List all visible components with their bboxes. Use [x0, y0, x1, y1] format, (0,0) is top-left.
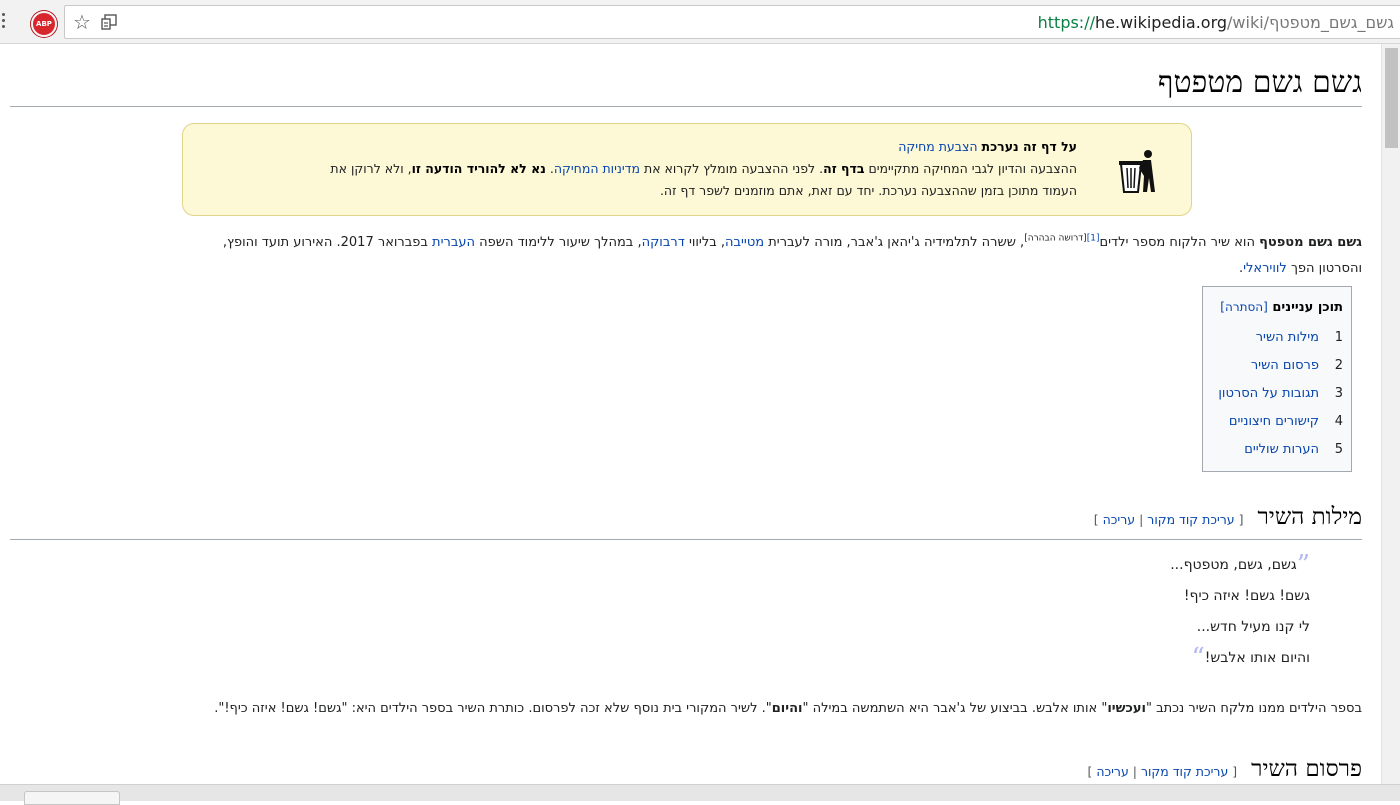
- notice-vote-link[interactable]: הצבעת מחיקה: [898, 139, 977, 154]
- deletion-notice-text: על דף זה נערכת הצבעת מחיקה ההצבעה והדיון…: [197, 136, 1077, 202]
- intro-t2: , ששרה לתלמידיה ג'יהאן ג'אבר, מורה לעברי…: [764, 235, 1025, 250]
- section-title-lyrics: מילות השיר: [1257, 504, 1363, 530]
- toc-item-number: 1: [1334, 330, 1343, 345]
- scrollbar[interactable]: [1381, 44, 1400, 784]
- poem-line: גשם! גשם! איזה כיף!: [1183, 588, 1310, 604]
- note-t1: בספר הילדים ממנו מלקח השיר נכתב ": [1145, 701, 1362, 716]
- section-heading-lyrics: מילות השיר [ עריכת קוד מקור | עריכה ]: [10, 502, 1362, 540]
- toc-hide-toggle[interactable]: [הסתרה]: [1220, 300, 1268, 314]
- link-hebrew[interactable]: העברית: [432, 235, 475, 250]
- deletion-notice: ? על דף זה נערכת הצבעת מחיקה ההצבעה והדי…: [182, 123, 1192, 216]
- edit-source-link[interactable]: עריכת קוד מקור: [1147, 512, 1234, 527]
- toc-item-number: 5: [1334, 442, 1343, 457]
- section-title-publication: פרסום השיר: [1251, 756, 1362, 782]
- poem-line: והיום אותו אלבש!“: [1170, 643, 1310, 674]
- poem-line: ”גשם, גשם, מטפטף...: [1170, 550, 1310, 581]
- toc-item[interactable]: 1 מילות השיר: [1211, 324, 1343, 352]
- page-title: גשם גשם מטפטף: [10, 64, 1362, 107]
- toc-item-number: 3: [1334, 386, 1343, 401]
- toc-title: תוכן עניינים: [1272, 300, 1343, 315]
- note-b1: ועכשיו: [1107, 701, 1146, 716]
- scrollbar-thumb[interactable]: [1385, 48, 1398, 148]
- url-path: /wiki/גשם_גשם_מטפטף: [1227, 13, 1394, 32]
- note-t2: " אותו אלבש. בביצוע של ג'אבר היא השתמשה …: [802, 701, 1108, 716]
- url-host: he.wikipedia.org: [1094, 13, 1228, 32]
- toc-item[interactable]: 4 קישורים חיצוניים: [1211, 408, 1343, 436]
- intro-t4: , במהלך שיעור ללימוד השפה: [474, 235, 642, 250]
- close-quote-mark: “: [1191, 643, 1205, 673]
- note-b2: והיום: [771, 701, 803, 716]
- notice-warning: נא לא להוריד הודעה זו: [411, 161, 546, 176]
- notice-policy-link[interactable]: מדיניות המחיקה: [554, 161, 640, 176]
- edit-bracket-open: [: [1234, 512, 1244, 527]
- toc-item-link[interactable]: קישורים חיצוניים: [1229, 414, 1319, 429]
- edit-bracket-open: [: [1228, 764, 1238, 779]
- poem-quote: ”גשם, גשם, מטפטף... גשם! גשם! איזה כיף! …: [1170, 550, 1310, 674]
- edit-bracket-close: ]: [1093, 512, 1103, 527]
- link-darbuka[interactable]: דרבוקה: [642, 235, 685, 250]
- toc-item-number: 4: [1334, 414, 1343, 429]
- toc-item-link[interactable]: מילות השיר: [1256, 330, 1319, 345]
- link-tayibe[interactable]: מטייבה: [725, 235, 764, 250]
- menu-icon[interactable]: [2, 10, 8, 32]
- edit-separator: |: [1135, 512, 1148, 527]
- toc-item-link[interactable]: פרסום השיר: [1251, 358, 1319, 373]
- notice-lead: על דף זה נערכת: [981, 139, 1077, 154]
- note-t3: ". לשיר המקורי בית נוסף שלא זכה לפרסום. …: [214, 701, 772, 716]
- edit-bracket-close: ]: [1087, 764, 1097, 779]
- intro-t5: בפברואר 2017. האירוע תועד והופץ,: [222, 235, 433, 250]
- notice-page-link-text: בדף זה: [823, 161, 865, 176]
- page-action-icon[interactable]: [101, 14, 117, 30]
- bookmark-star-icon[interactable]: ☆: [73, 11, 91, 33]
- table-of-contents: תוכן עניינים [הסתרה] 1 מילות השיר 2 פרסום …: [1202, 286, 1352, 472]
- notice-line1-b: . לפני ההצבעה מומלץ לקרוא את: [643, 161, 824, 176]
- intro-t3: , בליווי: [684, 235, 726, 250]
- edit-section-links: [ עריכת קוד מקור | עריכה ]: [1087, 764, 1237, 779]
- edit-separator: |: [1128, 764, 1141, 779]
- toc-item[interactable]: 2 פרסום השיר: [1211, 352, 1343, 380]
- address-bar[interactable]: ☆ https://he.wikipedia.org/wiki/גשם_גשם_…: [64, 5, 1400, 39]
- poem-line-text: גשם, גשם, מטפטף...: [1170, 557, 1297, 573]
- url-scheme: https://: [1037, 13, 1095, 32]
- notice-page-link[interactable]: בדף זה: [823, 161, 864, 176]
- open-quote-mark: ”: [1296, 550, 1310, 580]
- notice-line1-a: ההצבעה והדיון לגבי המחיקה מתקיימים: [868, 161, 1077, 176]
- toc-item-link[interactable]: תגובות על הסרטון: [1218, 386, 1319, 401]
- clarification-note: [דרושה הבהרה]: [1024, 233, 1087, 244]
- section-heading-publication: פרסום השיר [ עריכת קוד מקור | עריכה ]: [10, 754, 1362, 784]
- edit-link[interactable]: עריכה: [1103, 512, 1135, 527]
- intro-paragraph: גשם גשם מטפטף הוא שיר הלקוח מספר ילדים[1…: [42, 230, 1362, 282]
- notice-line1-d: , ולא לרוקן את: [330, 161, 412, 176]
- reference-link[interactable]: [1]: [1087, 234, 1100, 244]
- intro-t1: הוא שיר הלקוח מספר ילדים: [1099, 235, 1260, 250]
- toc-item[interactable]: 3 תגובות על הסרטון: [1211, 380, 1343, 408]
- adblock-icon[interactable]: ABP: [31, 11, 57, 37]
- toc-item[interactable]: 5 הערות שוליים: [1211, 436, 1343, 464]
- lyrics-note-paragraph: בספר הילדים ממנו מלקח השיר נכתב "ועכשיו"…: [10, 698, 1362, 720]
- link-viral[interactable]: לוויראלי: [1243, 261, 1287, 276]
- trash-icon: ?: [1119, 150, 1155, 193]
- intro-bold: גשם גשם מטפטף: [1259, 235, 1362, 250]
- poem-line: לי קנו מעיל חדש...: [1196, 619, 1310, 635]
- notice-line2: העמוד מתוכן בזמן שההצבעה נערכת. יחד עם ז…: [659, 183, 1077, 198]
- status-bar: [0, 784, 1400, 805]
- edit-source-link[interactable]: עריכת קוד מקור: [1141, 764, 1228, 779]
- edit-link[interactable]: עריכה: [1096, 764, 1128, 779]
- browser-toolbar: ABP ☆ https://he.wikipedia.org/wiki/גשם_…: [0, 0, 1400, 44]
- url-text: https://he.wikipedia.org/wiki/גשם_גשם_מט…: [1038, 13, 1394, 32]
- intro-t6: והסרטון הפך: [1286, 261, 1362, 276]
- wiki-page: גשם גשם מטפטף ? על דף זה נערכת הצבעת מחי…: [0, 44, 1400, 784]
- toc-header: תוכן עניינים [הסתרה]: [1211, 297, 1343, 318]
- edit-section-links: [ עריכת קוד מקור | עריכה ]: [1094, 512, 1244, 527]
- toc-item-number: 2: [1334, 358, 1343, 373]
- status-bar-tab[interactable]: [24, 791, 120, 805]
- toc-item-link[interactable]: הערות שוליים: [1244, 442, 1319, 457]
- poem-line-text: והיום אותו אלבש!: [1204, 650, 1310, 666]
